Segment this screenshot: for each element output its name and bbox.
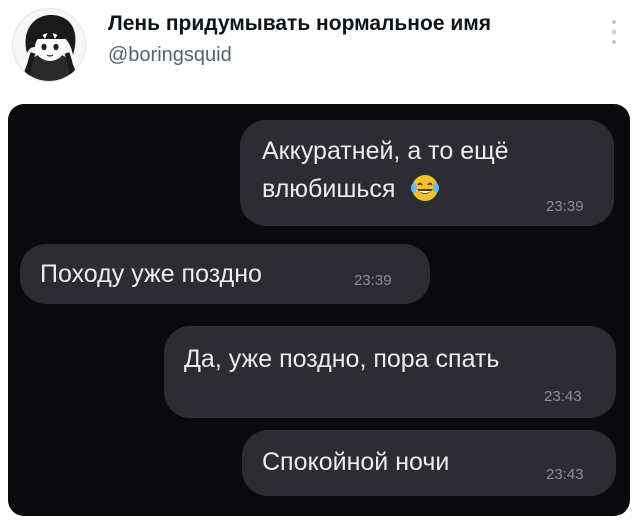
- more-options-icon[interactable]: [604, 20, 624, 56]
- message-text-line: Походу уже поздно: [40, 260, 262, 288]
- message-time: 23:39: [354, 272, 392, 289]
- message-bubble-outgoing: Да, уже поздно, пора спать 23:43: [164, 326, 616, 418]
- message-text-line: Аккуратней, а то ещё: [262, 137, 509, 165]
- author-avatar[interactable]: [12, 8, 86, 82]
- tweet-header: Лень придумывать нормальное имя @borings…: [0, 0, 640, 100]
- message-time: 23:39: [546, 198, 584, 215]
- message-time: 23:43: [546, 466, 584, 483]
- message-text-line-group: влюбишься: [262, 172, 440, 212]
- message-bubble-outgoing: Аккуратней, а то ещё влюбишься 23:39: [240, 120, 614, 226]
- anime-girl-avatar-icon: [13, 9, 85, 81]
- message-bubble-incoming: Походу уже поздно 23:39: [20, 244, 430, 304]
- face-with-tears-of-joy-icon: [410, 173, 440, 212]
- message-time: 23:43: [544, 388, 582, 405]
- chat-screenshot[interactable]: Аккуратней, а то ещё влюбишься 23:39 Пох…: [8, 104, 630, 516]
- message-text-line: Да, уже поздно, пора спать: [184, 345, 500, 373]
- message-bubble-outgoing: Спокойной ночи 23:43: [242, 430, 616, 496]
- author-name[interactable]: Лень придумывать нормальное имя: [108, 12, 491, 36]
- author-handle[interactable]: @boringsquid: [108, 44, 232, 67]
- message-text-line: Спокойной ночи: [262, 448, 450, 476]
- message-text-line: влюбишься: [262, 175, 396, 203]
